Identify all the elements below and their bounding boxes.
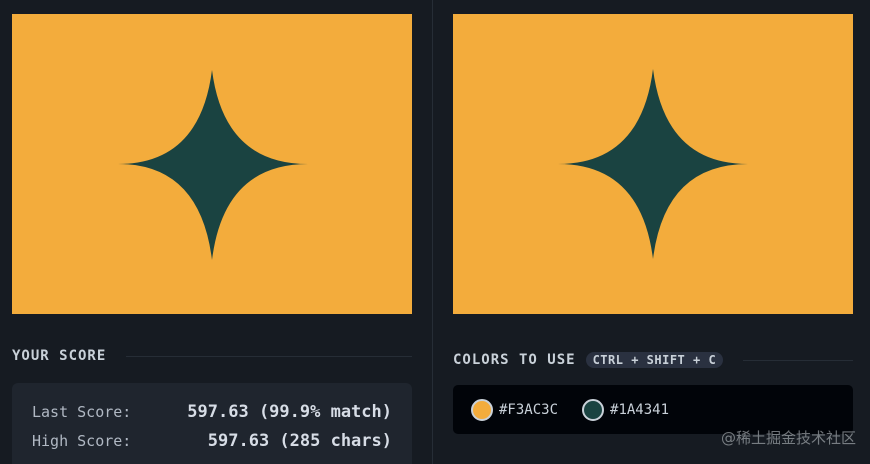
output-canvas[interactable]: [12, 14, 412, 314]
panel-divider: [432, 0, 433, 464]
page: YOUR SCORE Last Score: 597.63 (99.9% mat…: [0, 0, 870, 464]
swatch-hex-label[interactable]: #F3AC3C: [499, 402, 558, 418]
color-swatch-green[interactable]: #1A4341: [582, 398, 669, 421]
swatch-circle[interactable]: [471, 398, 493, 421]
output-preview: [12, 14, 412, 314]
color-swatch-orange[interactable]: #F3AC3C: [471, 398, 558, 421]
watermark: @稀土掘金技术社区: [720, 429, 856, 447]
colors-section-header: COLORS TO USE CTRL + SHIFT + C: [453, 350, 853, 370]
score-header-rule: [126, 355, 412, 357]
target-canvas: [453, 14, 853, 314]
last-score-label: Last Score:: [32, 402, 132, 421]
copy-shortcut-badge: CTRL + SHIFT + C: [585, 352, 724, 368]
score-panel: Last Score: 597.63 (99.9% match) High Sc…: [12, 383, 412, 464]
swatch-hex-label[interactable]: #1A4341: [610, 402, 669, 418]
last-score-value: 597.63 (99.9% match): [187, 401, 392, 422]
high-score-label: High Score:: [32, 431, 132, 450]
target-preview: [453, 14, 853, 314]
score-section-header: YOUR SCORE: [12, 346, 412, 366]
high-score-row: High Score: 597.63 (285 chars): [32, 426, 392, 455]
colors-title: COLORS TO USE: [453, 352, 576, 368]
last-score-row: Last Score: 597.63 (99.9% match): [32, 397, 392, 426]
colors-header-rule: [743, 359, 853, 361]
swatch-circle[interactable]: [582, 398, 605, 421]
score-title: YOUR SCORE: [12, 348, 107, 364]
high-score-value: 597.63 (285 chars): [207, 430, 392, 451]
